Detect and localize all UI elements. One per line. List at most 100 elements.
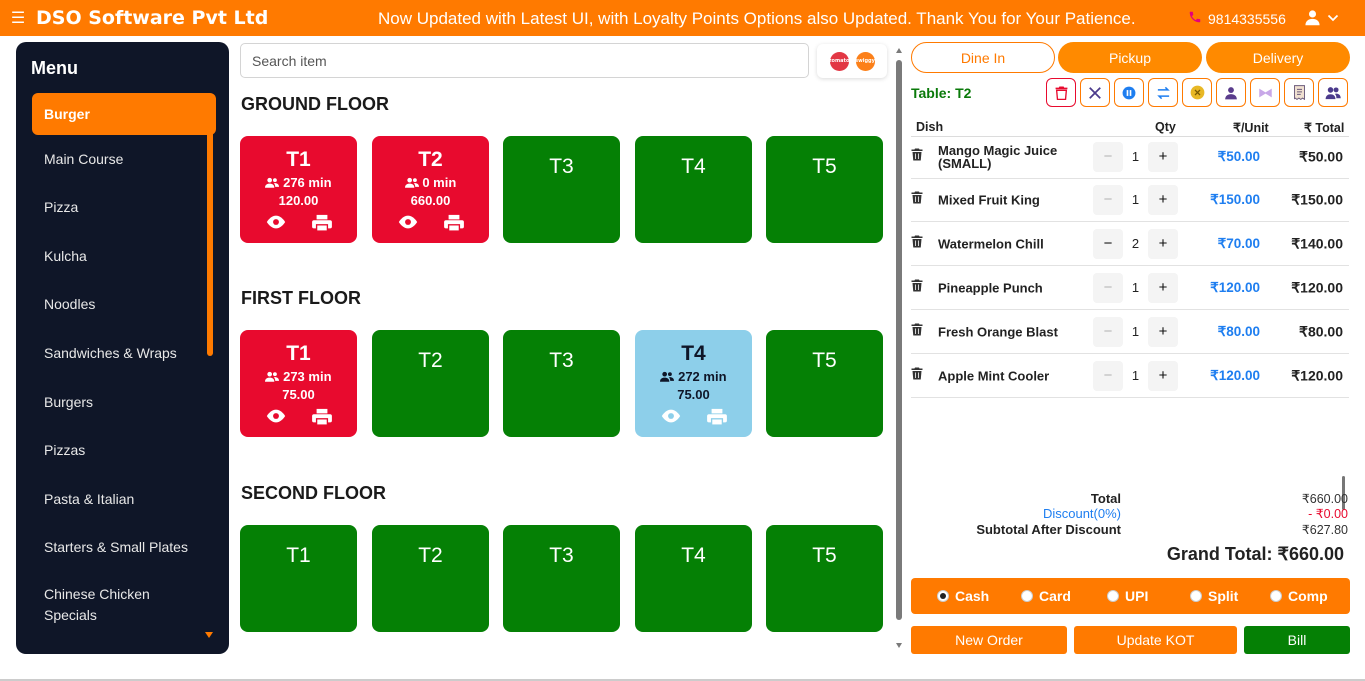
remove-item-trash-icon[interactable]	[911, 191, 923, 209]
sidebar-item-pasta-italian[interactable]: Pasta & Italian	[32, 475, 216, 523]
table-card-first-floor-t3[interactable]: T3	[503, 330, 620, 437]
increase-qty-button[interactable]: +	[1148, 360, 1178, 391]
payment-option-split[interactable]: Split	[1190, 588, 1238, 604]
new-order-button[interactable]: New Order	[911, 626, 1067, 654]
action-swap-button[interactable]	[1148, 78, 1178, 107]
phone-contact[interactable]: 9814335556	[1188, 10, 1286, 27]
remove-item-trash-icon[interactable]	[911, 367, 923, 385]
update-kot-button[interactable]: Update KOT	[1074, 626, 1237, 654]
action-receipt-button[interactable]	[1284, 78, 1314, 107]
sidebar-item-pizzas[interactable]: Pizzas	[32, 426, 216, 475]
sidebar-item-kulcha[interactable]: Kulcha	[32, 232, 216, 280]
decrease-qty-button[interactable]: −	[1093, 360, 1123, 391]
tab-pickup[interactable]: Pickup	[1058, 42, 1202, 73]
print-bill-printer-icon[interactable]	[443, 214, 465, 237]
zomato-logo-icon[interactable]: zomato	[829, 51, 849, 71]
table-card-ground-floor-t1[interactable]: T1 276 min 120.00	[240, 136, 357, 243]
decrease-qty-button[interactable]: −	[1093, 228, 1123, 259]
sidebar-item-sandwiches-wraps[interactable]: Sandwiches & Wraps	[32, 329, 216, 378]
sidebar-item-main-course[interactable]: Main Course	[32, 135, 216, 183]
table-card-second-floor-t1[interactable]: T1	[240, 525, 357, 632]
print-bill-printer-icon[interactable]	[311, 408, 333, 431]
user-menu[interactable]	[1304, 9, 1339, 31]
print-bill-printer-icon[interactable]	[311, 214, 333, 237]
tab-delivery[interactable]: Delivery	[1206, 42, 1350, 73]
sidebar-item-chinese-chicken-specials[interactable]: Chinese Chicken Specials	[32, 572, 216, 638]
remove-item-trash-icon[interactable]	[911, 323, 923, 341]
increase-qty-button[interactable]: +	[1148, 272, 1178, 303]
view-order-eye-icon[interactable]	[265, 408, 287, 431]
action-coin-button[interactable]	[1182, 78, 1212, 107]
increase-qty-button[interactable]: +	[1148, 141, 1178, 172]
payment-radio[interactable]	[1270, 590, 1282, 602]
table-card-second-floor-t4[interactable]: T4	[635, 525, 752, 632]
cart-line-total: ₹140.00	[1291, 235, 1343, 251]
table-card-first-floor-t1[interactable]: T1 273 min 75.00	[240, 330, 357, 437]
action-users-button[interactable]	[1318, 78, 1348, 107]
action-merge-button[interactable]	[1250, 78, 1280, 107]
decrease-qty-button[interactable]: −	[1093, 316, 1123, 347]
print-bill-printer-icon[interactable]	[706, 408, 728, 431]
payment-radio[interactable]	[1021, 590, 1033, 602]
payment-radio[interactable]	[1107, 590, 1119, 602]
hamburger-menu-icon[interactable]: ☰	[0, 8, 36, 28]
receipt-icon	[1293, 85, 1306, 100]
table-card-ground-floor-t3[interactable]: T3	[503, 136, 620, 243]
view-order-eye-icon[interactable]	[397, 214, 419, 237]
payment-option-card[interactable]: Card	[1021, 588, 1071, 604]
table-card-first-floor-t2[interactable]: T2	[372, 330, 489, 437]
sidebar-item-starters-small-plates[interactable]: Starters & Small Plates	[32, 523, 216, 572]
remove-item-trash-icon[interactable]	[911, 235, 923, 253]
action-pause-button[interactable]	[1114, 78, 1144, 107]
cart-row: Mango Magic Juice (SMALL) −1 + ₹50.00 ₹50.00	[911, 135, 1349, 179]
grand-total: Grand Total: ₹660.00	[1166, 544, 1344, 564]
remove-item-trash-icon[interactable]	[911, 148, 923, 166]
decrease-qty-button[interactable]: −	[1093, 141, 1123, 172]
decrease-qty-button[interactable]: −	[1093, 184, 1123, 215]
action-user-button[interactable]	[1216, 78, 1246, 107]
table-card-ground-floor-t5[interactable]: T5	[766, 136, 883, 243]
sidebar-item-noodles[interactable]: Noodles	[32, 280, 216, 329]
search-input[interactable]	[240, 43, 809, 78]
table-occupancy-time: 0 min	[372, 175, 489, 190]
coin-icon	[1190, 85, 1205, 100]
view-order-eye-icon[interactable]	[660, 408, 682, 431]
payment-option-cash[interactable]: Cash	[937, 588, 989, 604]
payment-option-comp[interactable]: Comp	[1270, 588, 1328, 604]
remove-item-trash-icon[interactable]	[911, 279, 923, 297]
table-card-second-floor-t5[interactable]: T5	[766, 525, 883, 632]
table-card-second-floor-t2[interactable]: T2	[372, 525, 489, 632]
increase-qty-button[interactable]: +	[1148, 184, 1178, 215]
sidebar-item-burgers[interactable]: Burgers	[32, 378, 216, 426]
view-order-eye-icon[interactable]	[265, 214, 287, 237]
payment-radio[interactable]	[1190, 590, 1202, 602]
table-card-second-floor-t3[interactable]: T3	[503, 525, 620, 632]
payment-radio[interactable]	[937, 590, 949, 602]
sidebar-item-label: Sandwiches & Wraps	[44, 345, 177, 361]
table-name: T3	[549, 349, 574, 372]
increase-qty-button[interactable]: +	[1148, 228, 1178, 259]
sidebar-item-pizza[interactable]: Pizza	[32, 183, 216, 232]
bill-button[interactable]: Bill	[1244, 626, 1350, 654]
table-name: T2	[418, 148, 443, 171]
payment-option-upi[interactable]: UPI	[1107, 588, 1148, 604]
tab-dine-in[interactable]: Dine In	[911, 42, 1055, 73]
table-name: T4	[681, 155, 706, 178]
sidebar-item-burger[interactable]: Burger	[32, 93, 216, 135]
table-time: 0 min	[422, 175, 457, 190]
discount-label[interactable]: Discount(0%)	[1043, 506, 1121, 521]
swiggy-logo-icon[interactable]: swiggy	[855, 51, 875, 71]
sidebar-scrollbar[interactable]	[207, 104, 213, 356]
cart-dish-name: Pineapple Punch	[938, 280, 1043, 295]
scroll-up-arrow-icon[interactable]	[205, 93, 213, 99]
action-close-button[interactable]	[1080, 78, 1110, 107]
table-card-first-floor-t5[interactable]: T5	[766, 330, 883, 437]
action-trash-button[interactable]	[1046, 78, 1076, 107]
decrease-qty-button[interactable]: −	[1093, 272, 1123, 303]
table-card-ground-floor-t2[interactable]: T2 0 min 660.00	[372, 136, 489, 243]
main-scrollbar[interactable]	[896, 60, 902, 620]
scroll-down-arrow-icon[interactable]	[205, 632, 213, 638]
table-card-ground-floor-t4[interactable]: T4	[635, 136, 752, 243]
increase-qty-button[interactable]: +	[1148, 316, 1178, 347]
table-card-first-floor-t4[interactable]: T4 272 min 75.00	[635, 330, 752, 437]
